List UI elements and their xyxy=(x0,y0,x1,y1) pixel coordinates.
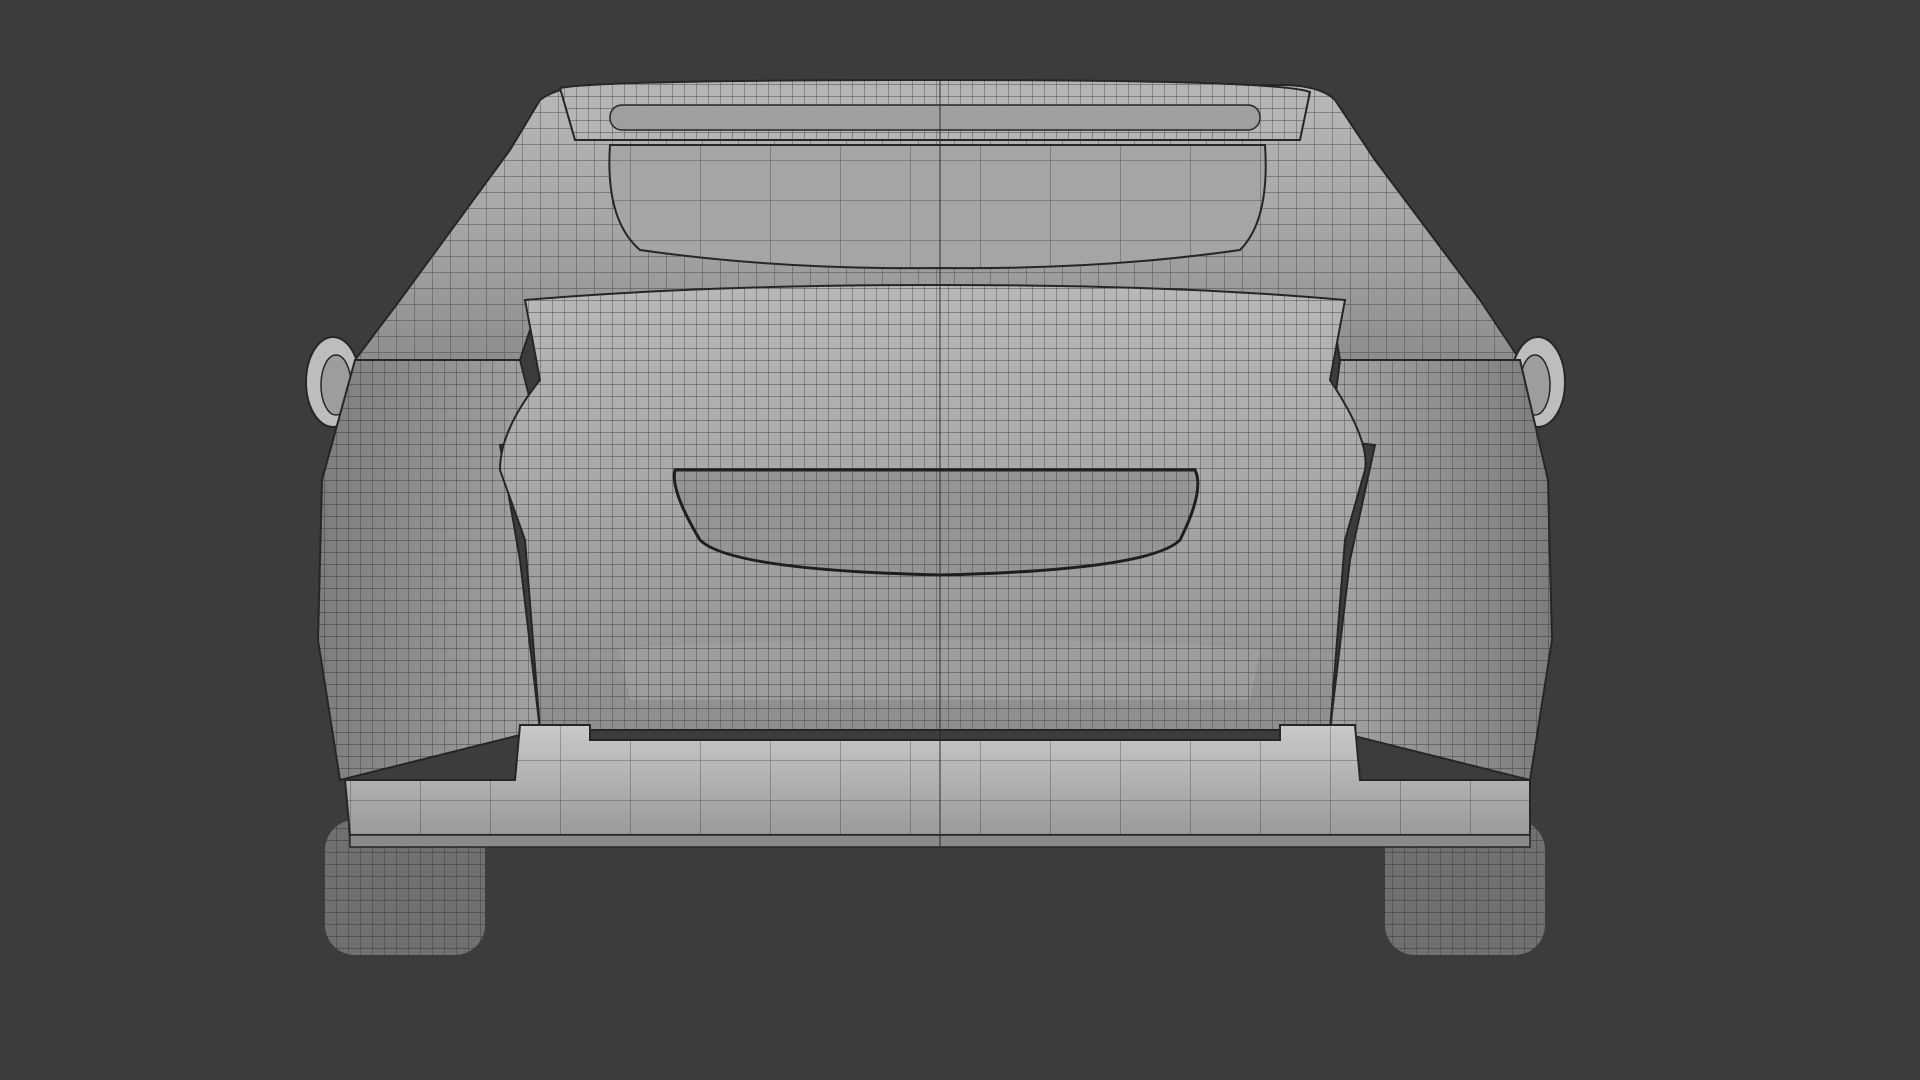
rear-bumper xyxy=(343,724,1531,848)
roof-spoiler xyxy=(558,78,1312,141)
license-plate-recess xyxy=(672,468,1200,577)
rear-window xyxy=(608,144,1267,270)
3d-viewport[interactable] xyxy=(0,0,1920,1080)
left-quarter-panel xyxy=(316,359,542,782)
car-model-render xyxy=(305,78,1566,955)
right-quarter-panel xyxy=(1328,359,1554,782)
